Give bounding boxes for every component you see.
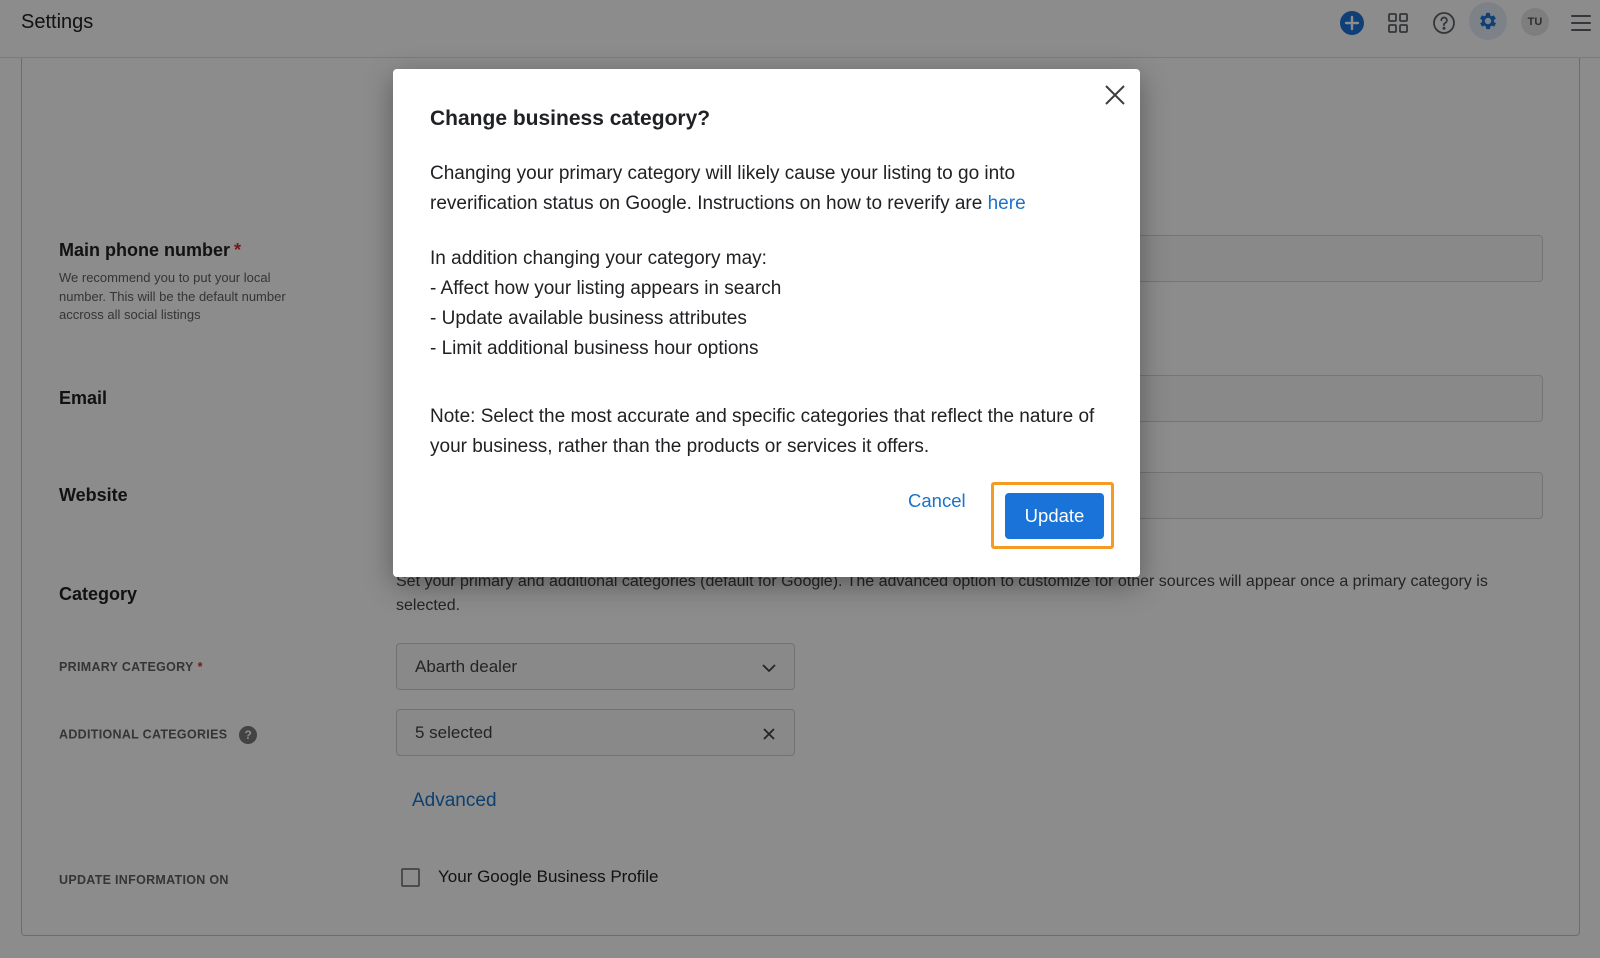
update-button[interactable]: Update	[1005, 493, 1104, 539]
cancel-button[interactable]: Cancel	[908, 490, 966, 512]
list-item: - Update available business attributes	[430, 308, 747, 329]
change-category-dialog: Change business category? Changing your …	[393, 69, 1140, 577]
dialog-title: Change business category?	[430, 107, 711, 130]
dialog-note: Note: Select the most accurate and speci…	[430, 406, 1095, 457]
close-icon[interactable]	[1103, 83, 1127, 107]
list-item: - Limit additional business hour options	[430, 338, 759, 359]
reverify-link[interactable]: here	[988, 193, 1026, 214]
dialog-paragraph: Changing your primary category will like…	[430, 163, 1026, 214]
dialog-effects-list: In addition changing your category may: …	[430, 244, 1120, 364]
dialog-intro: In addition changing your category may:	[430, 248, 767, 269]
list-item: - Affect how your listing appears in sea…	[430, 278, 782, 299]
